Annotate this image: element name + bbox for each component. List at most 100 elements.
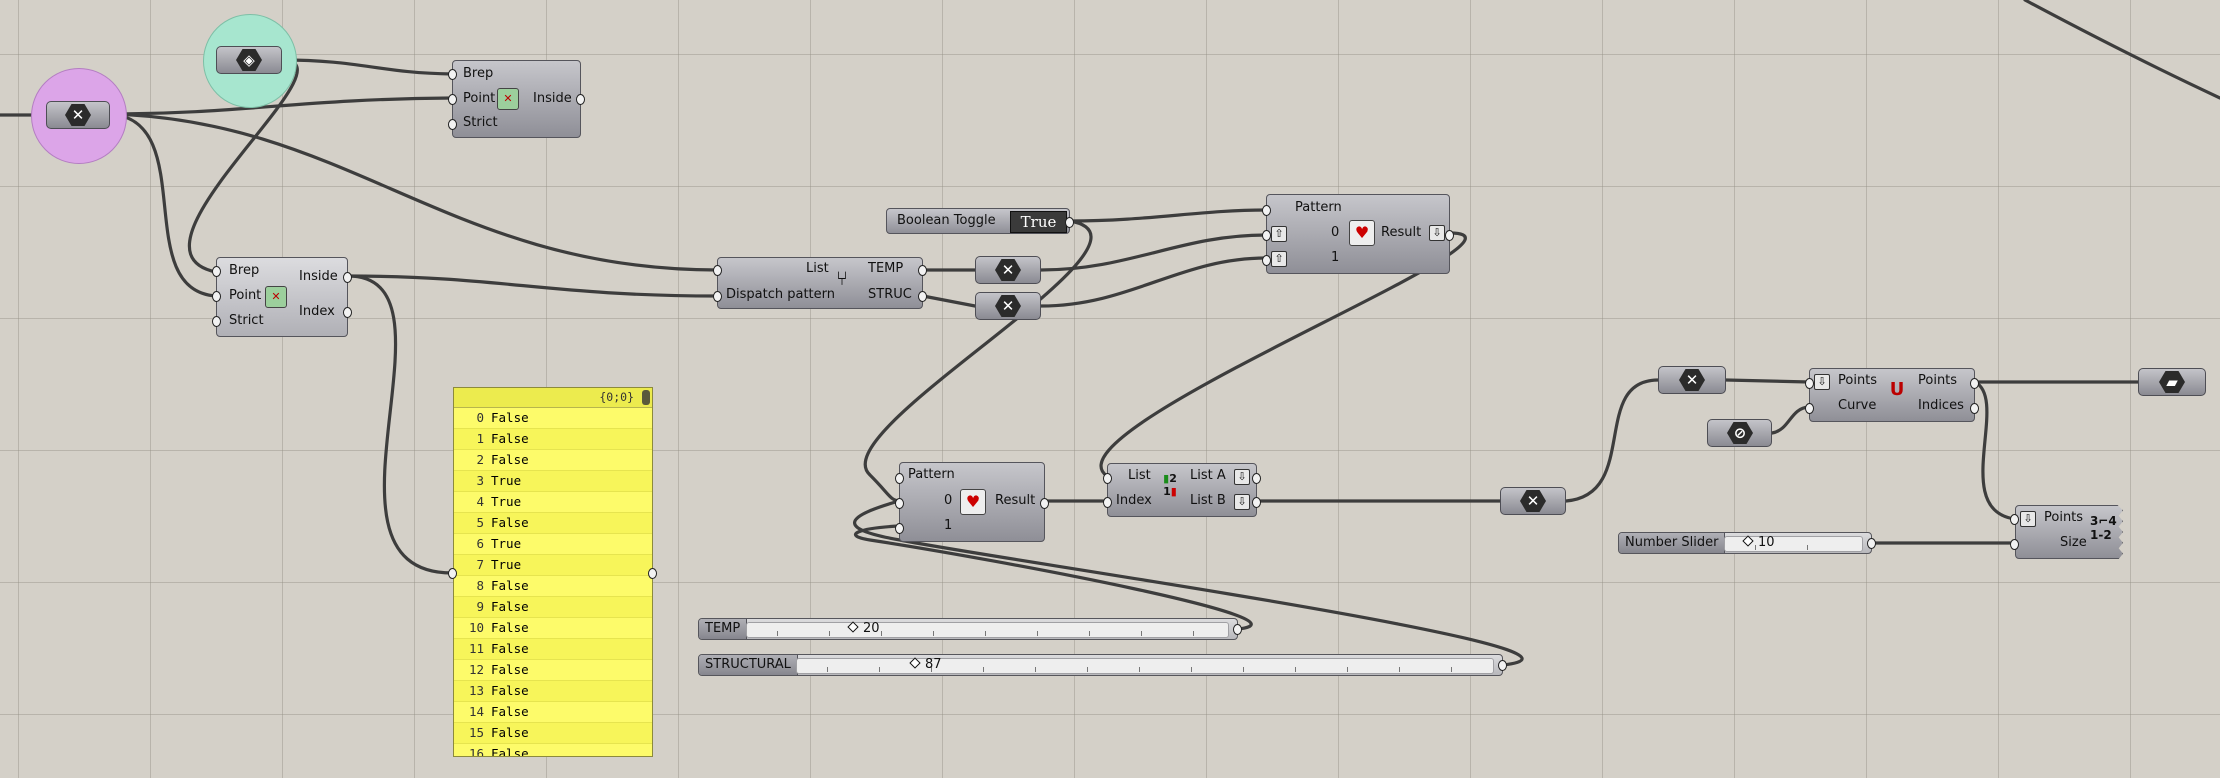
- relay-node[interactable]: ✕: [975, 256, 1041, 284]
- weave-pattern-component[interactable]: Pattern 0 1 ♥ Result: [895, 462, 1049, 542]
- output-grip[interactable]: [1445, 230, 1454, 241]
- pattern-title: Pattern: [1295, 200, 1342, 215]
- slider-value[interactable]: 87: [909, 655, 942, 675]
- slider-value[interactable]: 20: [847, 619, 880, 639]
- slider-track[interactable]: [746, 622, 1229, 638]
- brep-param-node[interactable]: ◈: [216, 46, 282, 74]
- output-grip[interactable]: [1065, 217, 1074, 228]
- input-label-1: 1: [944, 518, 953, 533]
- output-label-indices: Indices: [1918, 398, 1964, 413]
- output-param-node[interactable]: ▰: [2138, 368, 2206, 396]
- slider-handle-icon[interactable]: [909, 657, 921, 669]
- slider-tick: [985, 631, 986, 636]
- slider-tick: [1193, 631, 1194, 636]
- point-in-brep-component[interactable]: Brep Point Strict ✕ Inside: [448, 60, 585, 138]
- relay-icon: ✕: [1520, 490, 1546, 512]
- output-grip[interactable]: [1252, 473, 1261, 484]
- output-grip[interactable]: [1252, 497, 1261, 508]
- number-slider[interactable]: Number Slider 10: [1618, 532, 1876, 554]
- split-list-component[interactable]: List Index ▮2 1▮ List A List B ⇩ ⇩: [1103, 463, 1261, 517]
- input-grip[interactable]: [713, 265, 722, 276]
- input-grip[interactable]: [895, 498, 904, 509]
- input-grip[interactable]: [2010, 539, 2019, 550]
- input-grip[interactable]: [1262, 255, 1271, 266]
- slider-handle-icon[interactable]: [1742, 535, 1754, 547]
- output-grip[interactable]: [1040, 498, 1049, 509]
- slider-value[interactable]: 10: [1742, 533, 1775, 553]
- slider-tick: [933, 631, 934, 636]
- panel-row-value: False: [491, 410, 529, 425]
- panel-row: 14 False: [454, 702, 652, 723]
- panel-input-grip[interactable]: [448, 568, 457, 579]
- wire: [346, 274, 719, 298]
- relay-node[interactable]: ✕: [975, 292, 1041, 320]
- wire: [1724, 378, 1811, 384]
- curve-param-node[interactable]: ⊘: [1707, 419, 1772, 447]
- panel-row-index: 3: [476, 473, 484, 488]
- input-grip[interactable]: [1805, 378, 1814, 389]
- pattern-title: Pattern: [908, 467, 955, 482]
- data-panel[interactable]: {0;0} 0 False 1 False 2 False 3 True 4 True 5 False…: [453, 387, 653, 757]
- input-grip[interactable]: [448, 119, 457, 130]
- slider-tick: [983, 667, 984, 672]
- slider-label: Number Slider: [1619, 533, 1726, 553]
- point-param-node[interactable]: ✕: [46, 101, 110, 129]
- closest-points-component[interactable]: ⇩ Points Curve U Points Indices: [1805, 368, 1979, 422]
- panel-scrollbar[interactable]: [642, 390, 650, 405]
- input-grip[interactable]: [1262, 205, 1271, 216]
- panel-row: 2 False: [454, 450, 652, 471]
- output-grip[interactable]: [343, 307, 352, 318]
- output-grip[interactable]: [343, 272, 352, 283]
- output-grip[interactable]: [576, 94, 585, 105]
- slider-tick: [777, 631, 778, 636]
- closest-points-icon: U: [1889, 379, 1905, 400]
- points-in-breps-icon: ✕: [265, 286, 287, 308]
- panel-row-value: False: [491, 452, 529, 467]
- output-grip[interactable]: [918, 291, 927, 302]
- panel-output-grip[interactable]: [648, 568, 657, 579]
- input-grip[interactable]: [2010, 514, 2019, 525]
- input-grip[interactable]: [1805, 403, 1814, 414]
- input-grip[interactable]: [212, 266, 221, 277]
- output-grip[interactable]: [918, 265, 927, 276]
- structural-slider[interactable]: STRUCTURAL 87: [698, 654, 1507, 676]
- input-grip[interactable]: [448, 94, 457, 105]
- output-grip[interactable]: [1970, 378, 1979, 389]
- input-label-dispatch-pattern: Dispatch pattern: [726, 287, 835, 302]
- input-grip[interactable]: [448, 69, 457, 80]
- input-grip[interactable]: [895, 523, 904, 534]
- input-grip[interactable]: [1103, 473, 1112, 484]
- input-label-strict: Strict: [229, 313, 264, 328]
- input-grip[interactable]: [895, 473, 904, 484]
- output-grip[interactable]: [1498, 660, 1507, 671]
- dispatch-component[interactable]: List Dispatch pattern ⑂ TEMP STRUC: [713, 257, 927, 309]
- panel-row-value: True: [491, 536, 522, 551]
- slider-track[interactable]: [796, 658, 1494, 674]
- temp-slider[interactable]: TEMP 20: [698, 618, 1242, 640]
- point-list-component[interactable]: ⇩ Points Size 3⌐4 1-2: [2015, 505, 2123, 559]
- slider-tick: [1295, 667, 1296, 672]
- panel-row: 1 False: [454, 429, 652, 450]
- input-grip[interactable]: [212, 316, 221, 327]
- slider-handle-icon[interactable]: [847, 621, 859, 633]
- flatten-icon: ⇩: [1234, 469, 1250, 485]
- relay-node[interactable]: ✕: [1500, 487, 1566, 515]
- toggle-value[interactable]: True: [1010, 211, 1067, 233]
- input-grip[interactable]: [1103, 497, 1112, 508]
- slider-label: TEMP: [699, 619, 748, 639]
- weave-pattern-component[interactable]: Pattern ⇧ ⇧ 0 1 ♥ Result ⇩: [1262, 194, 1454, 274]
- output-grip[interactable]: [1233, 624, 1242, 635]
- input-label-points: Points: [2044, 510, 2084, 525]
- relay-node[interactable]: ✕: [1658, 366, 1726, 394]
- point-list-icon: 3⌐4 1-2: [2090, 514, 2117, 542]
- boolean-toggle[interactable]: Boolean Toggle True: [886, 208, 1074, 234]
- output-grip[interactable]: [1970, 403, 1979, 414]
- output-grip[interactable]: [1867, 538, 1876, 549]
- input-grip[interactable]: [212, 291, 221, 302]
- input-grip[interactable]: [713, 291, 722, 302]
- panel-row: 12 False: [454, 660, 652, 681]
- panel-row-index: 7: [476, 557, 484, 572]
- input-grip[interactable]: [1262, 230, 1271, 241]
- points-in-breps-component[interactable]: Brep Point Strict ✕ Inside Index: [212, 257, 352, 337]
- output-label-struc: STRUC: [868, 287, 912, 302]
